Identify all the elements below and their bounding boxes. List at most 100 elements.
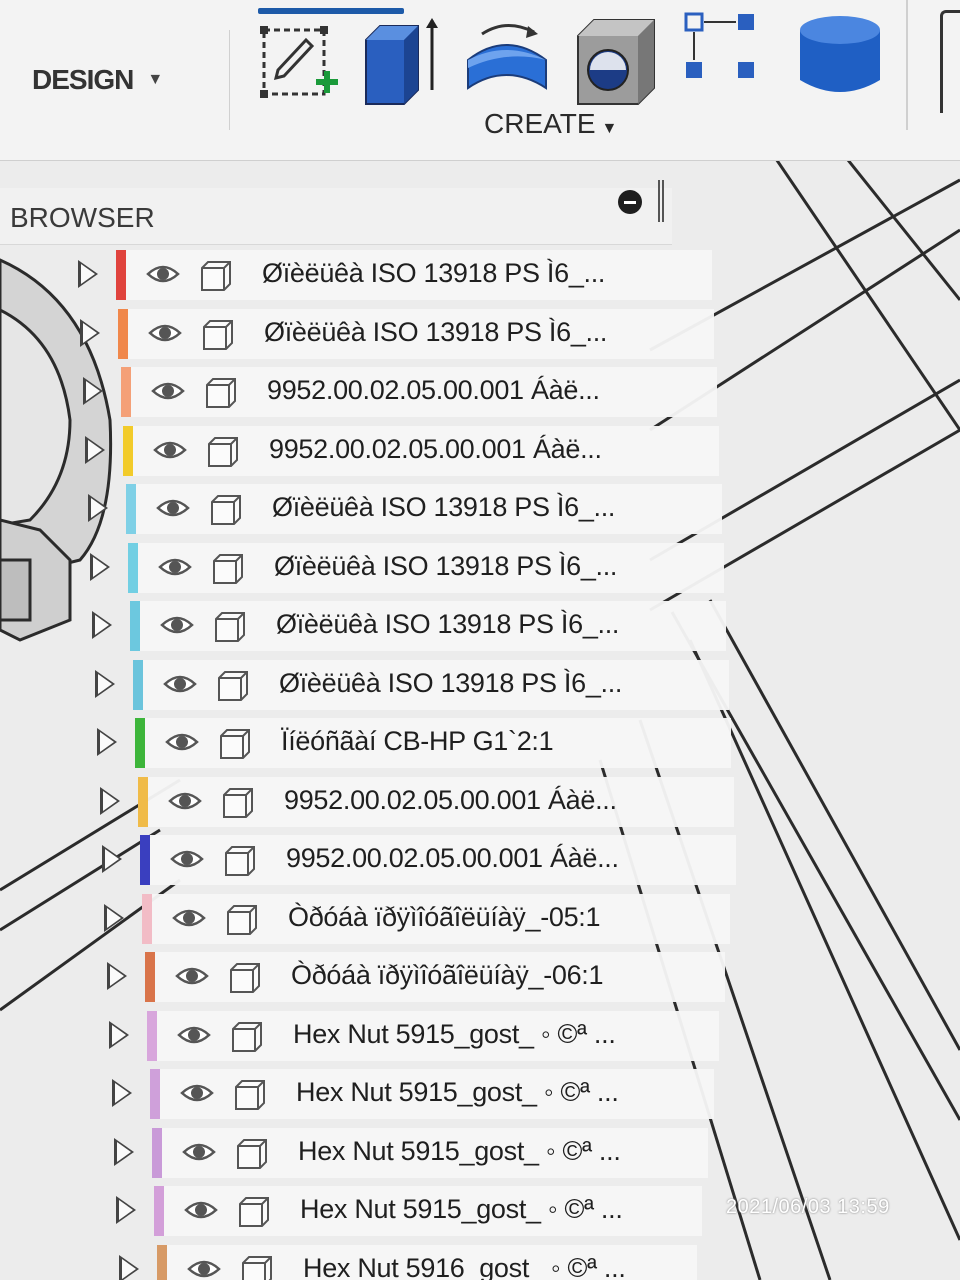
browser-row-label: Ïíëóñãàí CB-HP G1`2:1 [281, 726, 554, 756]
expand-triangle-icon[interactable] [119, 1254, 139, 1280]
expand-triangle-icon[interactable] [116, 1196, 136, 1224]
collapse-icon[interactable] [618, 190, 642, 214]
expand-triangle-icon[interactable] [114, 1137, 134, 1166]
browser-row[interactable]: Øïèëüêà ISO 13918 PS Ì6_... [95, 659, 769, 710]
browser-row-label: Øïèëüêà ISO 13918 PS Ì6_... [276, 609, 620, 639]
expand-triangle-icon[interactable] [97, 728, 117, 756]
browser-row[interactable]: Øïèëüêà ISO 13918 PS Ì6_... [78, 250, 752, 300]
visibility-eye-icon[interactable] [180, 1081, 214, 1105]
expand-triangle-icon[interactable] [90, 552, 110, 581]
browser-row[interactable]: Hex Nut 5915_gost_ ◦ ©ª ... [109, 1010, 759, 1061]
expand-triangle-icon[interactable] [78, 260, 98, 288]
browser-row[interactable]: Hex Nut 5916_gost_ ◦ ©ª ... [119, 1244, 737, 1280]
visibility-eye-icon[interactable] [168, 789, 202, 813]
browser-row-label: Hex Nut 5915_gost_ ◦ ©ª ... [296, 1077, 619, 1107]
workspace-switcher[interactable]: DESIGN ▼ [0, 30, 230, 130]
toolbar-overflow[interactable] [940, 10, 960, 113]
visibility-eye-icon[interactable] [187, 1257, 221, 1280]
workspace-label: DESIGN [32, 64, 134, 95]
cylinder-icon[interactable] [792, 10, 882, 110]
browser-row[interactable]: 9952.00.02.05.00.001 Áàë... [85, 425, 759, 476]
visibility-eye-icon[interactable] [151, 379, 185, 403]
component-color-swatch [147, 1010, 157, 1061]
browser-row[interactable]: 9952.00.02.05.00.001 Áàë... [83, 367, 757, 417]
browser-title: BROWSER [10, 202, 155, 233]
extrude-icon[interactable] [358, 10, 448, 110]
hole-icon[interactable] [574, 10, 664, 110]
browser-row-label: Hex Nut 5915_gost_ ◦ ©ª ... [293, 1018, 616, 1049]
component-color-swatch [150, 1069, 160, 1119]
browser-row-label: Hex Nut 5915_gost_ ◦ ©ª ... [300, 1194, 623, 1224]
browser-row-label: Øïèëüêà ISO 13918 PS Ì6_... [264, 316, 608, 347]
chevron-down-icon: ▼ [601, 120, 618, 137]
browser-row[interactable]: 9952.00.02.05.00.001 Áàë... [102, 835, 776, 885]
component-color-swatch [145, 952, 155, 1002]
revolve-icon[interactable] [462, 10, 552, 110]
create-menu-label: CREATE [484, 108, 596, 139]
visibility-eye-icon[interactable] [156, 496, 190, 520]
expand-triangle-icon[interactable] [95, 669, 115, 698]
expand-triangle-icon[interactable] [100, 786, 120, 815]
component-color-swatch [130, 601, 140, 651]
browser-row-label: 9952.00.02.05.00.001 Áàë... [269, 433, 602, 464]
visibility-eye-icon[interactable] [153, 438, 187, 462]
expand-triangle-icon[interactable] [92, 611, 112, 639]
component-box-icon [230, 963, 260, 993]
browser-panel: BROWSER Øïèëüêà ISO 13918 PS Ì6_... Øïèëü… [0, 180, 736, 1280]
pattern-icon[interactable] [680, 10, 770, 110]
pin-panel-icon[interactable] [658, 180, 664, 222]
expand-triangle-icon[interactable] [104, 903, 124, 932]
visibility-eye-icon[interactable] [170, 847, 204, 871]
visibility-eye-icon[interactable] [172, 906, 206, 930]
visibility-eye-icon[interactable] [146, 262, 180, 286]
browser-row-label: Òðóáà ïðÿìîóãîëüíàÿ_-05:1 [288, 901, 601, 932]
browser-header: BROWSER [0, 180, 672, 245]
visibility-eye-icon[interactable] [184, 1198, 218, 1222]
browser-row[interactable]: Øïèëüêà ISO 13918 PS Ì6_... [92, 601, 766, 651]
toolbar-divider [906, 0, 908, 130]
visibility-eye-icon[interactable] [160, 613, 194, 637]
component-box-icon [232, 1021, 262, 1052]
browser-row[interactable]: Òðóáà ïðÿìîóãîëüíàÿ_-06:1 [107, 952, 765, 1002]
component-box-icon [239, 1197, 269, 1227]
photo-timestamp: 2021/06/03 13:59 [726, 1196, 890, 1218]
browser-row-label: Øïèëüêà ISO 13918 PS Ì6_... [274, 550, 618, 581]
expand-triangle-icon[interactable] [112, 1079, 132, 1107]
component-color-swatch [118, 308, 128, 359]
chevron-down-icon: ▼ [147, 71, 163, 88]
component-color-swatch [128, 542, 138, 593]
expand-triangle-icon[interactable] [88, 494, 108, 522]
browser-row[interactable]: Øïèëüêà ISO 13918 PS Ì6_... [80, 308, 754, 359]
visibility-eye-icon[interactable] [148, 321, 182, 345]
browser-row[interactable]: Ïíëóñãàí CB-HP G1`2:1 [97, 718, 771, 768]
expand-triangle-icon[interactable] [107, 962, 127, 990]
create-sketch-icon[interactable] [256, 10, 346, 110]
browser-row-label: Øïèëüêà ISO 13918 PS Ì6_... [279, 667, 623, 698]
component-box-icon [220, 729, 250, 759]
browser-row-label: 9952.00.02.05.00.001 Áàë... [286, 843, 619, 873]
fusion-window: DESIGN ▼ CREATE ▼ BROWSER Øïèëüêà ISO 13… [0, 0, 960, 1280]
visibility-eye-icon[interactable] [182, 1140, 216, 1164]
browser-row[interactable]: Hex Nut 5915_gost_ ◦ ©ª ... [114, 1127, 748, 1178]
expand-triangle-icon[interactable] [85, 435, 105, 464]
browser-row[interactable]: Hex Nut 5915_gost_ ◦ ©ª ... [116, 1186, 742, 1236]
component-color-swatch [152, 1127, 162, 1178]
expand-triangle-icon[interactable] [102, 845, 122, 873]
create-menu[interactable]: CREATE ▼ [484, 108, 617, 140]
visibility-eye-icon[interactable] [177, 1023, 211, 1047]
browser-row[interactable]: Øïèëüêà ISO 13918 PS Ì6_... [88, 484, 762, 534]
visibility-eye-icon[interactable] [175, 964, 209, 988]
browser-row[interactable]: Òðóáà ïðÿìîóãîëüíàÿ_-05:1 [104, 893, 770, 944]
expand-triangle-icon[interactable] [83, 377, 103, 405]
browser-row[interactable]: 9952.00.02.05.00.001 Áàë... [100, 776, 774, 827]
expand-triangle-icon[interactable] [80, 318, 100, 347]
browser-row-label: Øïèëüêà ISO 13918 PS Ì6_... [262, 258, 606, 288]
visibility-eye-icon[interactable] [163, 672, 197, 696]
browser-row[interactable]: Hex Nut 5915_gost_ ◦ ©ª ... [112, 1069, 754, 1119]
visibility-eye-icon[interactable] [165, 730, 199, 754]
browser-row[interactable]: Øïèëüêà ISO 13918 PS Ì6_... [90, 542, 764, 593]
component-color-swatch [133, 659, 143, 710]
browser-row-label: 9952.00.02.05.00.001 Áàë... [284, 784, 617, 815]
expand-triangle-icon[interactable] [109, 1020, 129, 1049]
visibility-eye-icon[interactable] [158, 555, 192, 579]
